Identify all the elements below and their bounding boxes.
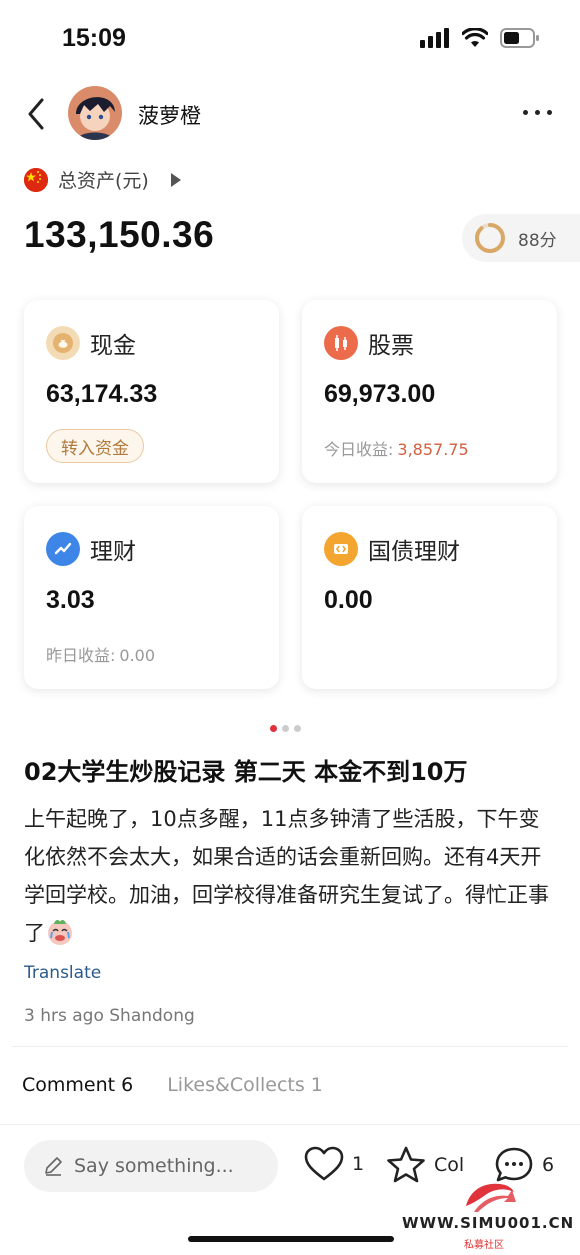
watermark-text: WWW.SIMU001.CN [402,1214,575,1232]
watermark-logo-icon [466,1183,516,1212]
cash-card[interactable]: 现金 63,174.33 转入资金 [24,300,279,483]
pager-dots [270,725,301,732]
status-bar: 15:09 [0,0,580,76]
score-text: 88分 [518,230,557,251]
cash-value: 63,174.33 [46,380,158,408]
battery-icon [500,28,539,48]
divider [12,1046,568,1047]
watermark-subtitle: 私募社区 [464,1240,504,1251]
total-assets-value: 133,150.36 [24,214,215,255]
pager-dot [282,725,289,732]
status-icons [420,28,540,48]
heart-icon [304,1146,344,1181]
trend-icon [46,532,80,566]
bond-value: 0.00 [324,586,373,614]
card-title: 股票 [368,333,414,359]
bond-icon [324,532,358,566]
post-title: 02大学生炒股记录 第二天 本金不到10万 [24,758,468,786]
status-time: 15:09 [62,24,126,52]
china-flag-icon [24,167,48,192]
stock-value: 69,973.00 [324,380,436,408]
wealth-card[interactable]: 理财 3.03 昨日收益: 0.00 [24,506,279,689]
post-meta: 3 hrs ago Shandong [24,1006,195,1026]
total-assets-row[interactable]: 总资产(元) [24,166,181,193]
comment-input[interactable]: Say something... [24,1140,278,1192]
crying-laughing-emoji-icon [48,919,72,945]
pager-dot [294,725,301,732]
play-arrow-icon [170,172,181,187]
bond-card[interactable]: 国债理财 0.00 [302,506,557,689]
yesterday-gain: 昨日收益: 0.00 [46,642,155,666]
candlestick-icon [324,326,358,360]
tab-comments[interactable]: Comment 6 [22,1074,133,1096]
stock-card[interactable]: 股票 69,973.00 今日收益: 3,857.75 [302,300,557,483]
post-body: 上午起晚了，10点多醒，11点多钟清了些活股，下午变化依然不会太大，如果合适的话… [24,800,560,952]
total-assets-label: 总资产(元) [58,170,149,192]
yesterday-gain-value: 0.00 [119,646,156,665]
score-ring-icon [475,223,505,253]
more-options-icon[interactable] [523,110,552,115]
back-icon[interactable] [22,96,52,132]
card-title: 理财 [90,539,136,565]
yesterday-gain-label: 昨日收益: [46,646,116,665]
wifi-icon [462,28,488,47]
comment-placeholder: Say something... [74,1155,234,1177]
avatar[interactable] [68,86,122,140]
signal-icon [420,28,449,48]
score-badge[interactable]: 88分 [462,214,580,262]
cash-icon [46,326,80,360]
transfer-in-button[interactable]: 转入资金 [46,429,144,463]
pager-dot [270,725,277,732]
today-gain: 今日收益: 3,857.75 [324,436,469,460]
profile-header: 菠萝橙 [0,76,580,152]
divider [0,1124,580,1125]
comment-tabs: Comment 6 Likes&Collects 1 [22,1074,323,1096]
like-button[interactable]: 1 [304,1146,364,1182]
wealth-value: 3.03 [46,586,95,614]
today-gain-value: 3,857.75 [397,440,469,459]
username[interactable]: 菠萝橙 [138,100,201,130]
tab-likes-collects[interactable]: Likes&Collects 1 [167,1074,323,1096]
card-title: 现金 [90,333,136,359]
home-indicator [188,1236,394,1242]
like-count: 1 [352,1153,365,1175]
today-gain-label: 今日收益: [324,440,394,459]
card-title: 国债理财 [368,539,460,565]
post-body-text: 上午起晚了，10点多醒，11点多钟清了些活股，下午变化依然不会太大，如果合适的话… [24,807,549,945]
pencil-icon [45,1157,62,1176]
watermark: WWW.SIMU001.CN 私募社区 [402,1172,580,1252]
translate-link[interactable]: Translate [24,963,101,983]
